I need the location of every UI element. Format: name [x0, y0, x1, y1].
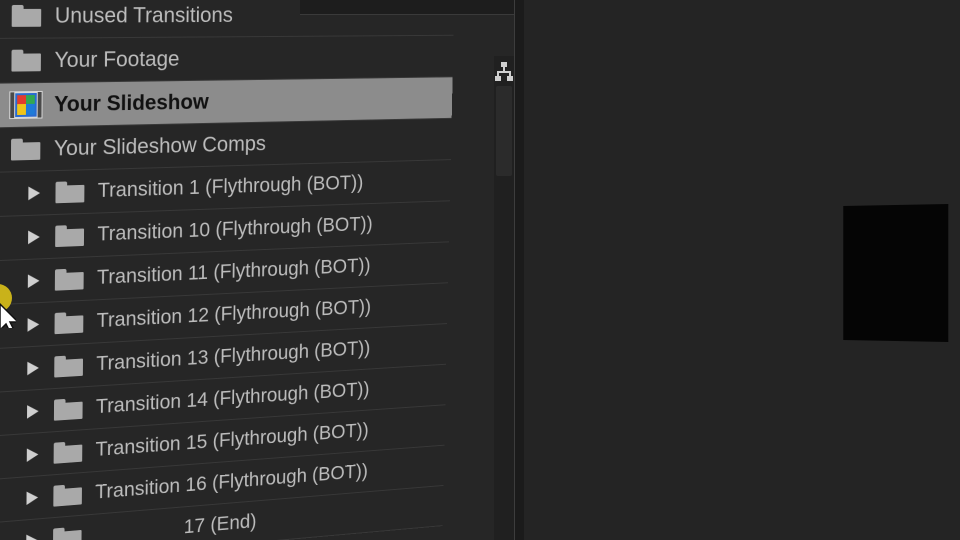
- project-item-label: Your Slideshow: [54, 89, 209, 117]
- project-item-your-footage[interactable]: Your Footage: [0, 35, 454, 84]
- folder-icon: [54, 355, 83, 378]
- folder-icon: [11, 138, 40, 160]
- project-item-label: Your Slideshow Comps: [53, 131, 267, 161]
- project-list: Unused Transitions Your Footage Your Sli…: [0, 0, 455, 540]
- scrollbar-thumb[interactable]: [496, 86, 512, 176]
- twirl-right-icon[interactable]: [27, 404, 39, 419]
- flowchart-icon[interactable]: [494, 60, 514, 86]
- project-item-label: 17 (End): [183, 510, 257, 539]
- folder-icon: [54, 441, 83, 464]
- twirl-right-icon[interactable]: [26, 490, 39, 506]
- project-item-label: Transition 11 (Flythrough (BOT)): [96, 254, 371, 289]
- mouse-pointer-icon: [0, 284, 16, 328]
- project-item-label: Transition 1 (Flythrough (BOT)): [97, 171, 364, 202]
- project-scrollbar[interactable]: [494, 56, 514, 540]
- folder-icon: [55, 312, 84, 335]
- twirl-right-icon[interactable]: [27, 273, 40, 289]
- project-item-label: Transition 10 (Flythrough (BOT)): [97, 213, 373, 246]
- folder-icon: [55, 181, 84, 203]
- project-item-label: Your Footage: [54, 46, 180, 73]
- folder-icon: [54, 398, 83, 421]
- composition-icon: [9, 91, 43, 120]
- composition-preview: [843, 203, 949, 343]
- folder-icon: [55, 225, 84, 247]
- twirl-right-icon[interactable]: [27, 317, 40, 332]
- project-item-label: Transition 13 (Flythrough (BOT)): [96, 337, 371, 376]
- project-item-label: Transition 12 (Flythrough (BOT)): [96, 296, 372, 332]
- project-item-unused-transitions[interactable]: Unused Transitions: [0, 0, 455, 39]
- twirl-right-icon[interactable]: [26, 533, 38, 540]
- folder-icon: [53, 526, 82, 540]
- folder-icon: [11, 49, 41, 71]
- twirl-right-icon[interactable]: [27, 361, 39, 376]
- folder-icon: [53, 484, 82, 507]
- twirl-right-icon[interactable]: [28, 230, 40, 245]
- composition-viewer[interactable]: [524, 0, 960, 540]
- project-panel: Unused Transitions Your Footage Your Sli…: [0, 0, 514, 540]
- twirl-right-icon[interactable]: [26, 447, 39, 462]
- folder-icon: [12, 5, 42, 27]
- twirl-right-icon[interactable]: [28, 186, 41, 201]
- project-item-label: Unused Transitions: [54, 2, 234, 28]
- folder-icon: [55, 268, 84, 291]
